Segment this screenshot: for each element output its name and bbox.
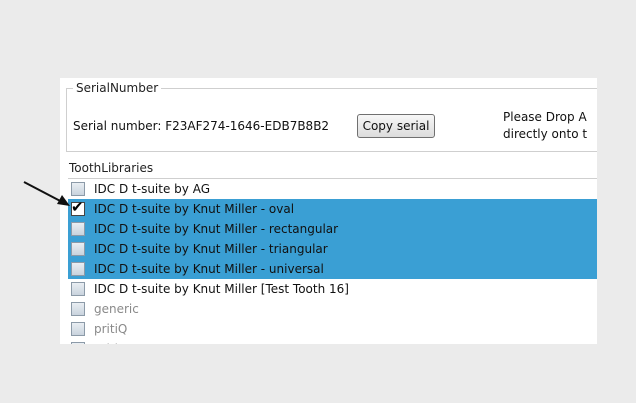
check-mark-icon: ✔	[71, 198, 84, 216]
library-checkbox[interactable]	[71, 322, 85, 336]
library-checkbox[interactable]	[71, 262, 85, 276]
library-label: IDC D t-suite by Knut Miller - rectangul…	[94, 222, 339, 236]
library-label: IDC D t-suite by AG	[94, 182, 210, 196]
library-list-item[interactable]: pritiQ	[68, 319, 597, 339]
settings-panel: SerialNumber Serial number: F23AF274-164…	[60, 78, 597, 344]
tooth-libraries-list: IDC D t-suite by AG ✔ IDC D t-suite by Knu…	[68, 178, 597, 344]
library-list-item[interactable]: generic	[68, 299, 597, 319]
library-list-item[interactable]: IDC D t-suite by Knut Miller [Test Tooth…	[68, 279, 597, 299]
library-checkbox[interactable]	[71, 242, 85, 256]
copy-serial-button[interactable]: Copy serial	[357, 114, 435, 138]
library-label: generic	[94, 302, 139, 316]
library-label: IDC D t-suite by Knut Miller [Test Tooth…	[94, 282, 349, 296]
pointer-arrow-icon	[23, 181, 70, 206]
library-checkbox[interactable]	[71, 302, 85, 316]
library-list-item[interactable]: IDC D t-suite by Knut Miller - universal	[68, 259, 597, 279]
library-checkbox[interactable]	[71, 182, 85, 196]
serial-number-group: SerialNumber Serial number: F23AF274-164…	[66, 80, 597, 152]
serial-number-label: Serial number: F23AF274-1646-EDB7B8B2	[73, 119, 330, 133]
library-label: IDC D t-suite by Knut Miller - oval	[94, 202, 295, 216]
library-list-item[interactable]: ✔ IDC D t-suite by Knut Miller - oval	[68, 198, 597, 219]
library-list-item[interactable]: IDC D t-suite by Knut Miller - triangula…	[68, 239, 597, 259]
library-list-item[interactable]: pritiD	[68, 339, 597, 344]
tooth-libraries-title: ToothLibraries	[69, 161, 154, 175]
serial-group-title: SerialNumber	[73, 80, 162, 96]
library-label: pritiD	[94, 342, 127, 344]
library-list-item[interactable]: IDC D t-suite by AG	[68, 179, 597, 199]
library-label: IDC D t-suite by Knut Miller - universal	[94, 262, 324, 276]
library-list-item[interactable]: IDC D t-suite by Knut Miller - rectangul…	[68, 219, 597, 239]
library-checkbox[interactable]	[71, 222, 85, 236]
drop-hint-text: Please Drop A directly onto t	[503, 109, 587, 143]
library-checkbox[interactable]	[71, 282, 85, 296]
library-label: pritiQ	[94, 322, 128, 336]
drop-hint-line-2: directly onto t	[503, 127, 588, 141]
library-checkbox[interactable]	[71, 342, 85, 344]
drop-hint-line-1: Please Drop A	[503, 110, 587, 124]
library-checkbox[interactable]: ✔	[71, 198, 85, 216]
library-label: IDC D t-suite by Knut Miller - triangula…	[94, 242, 328, 256]
